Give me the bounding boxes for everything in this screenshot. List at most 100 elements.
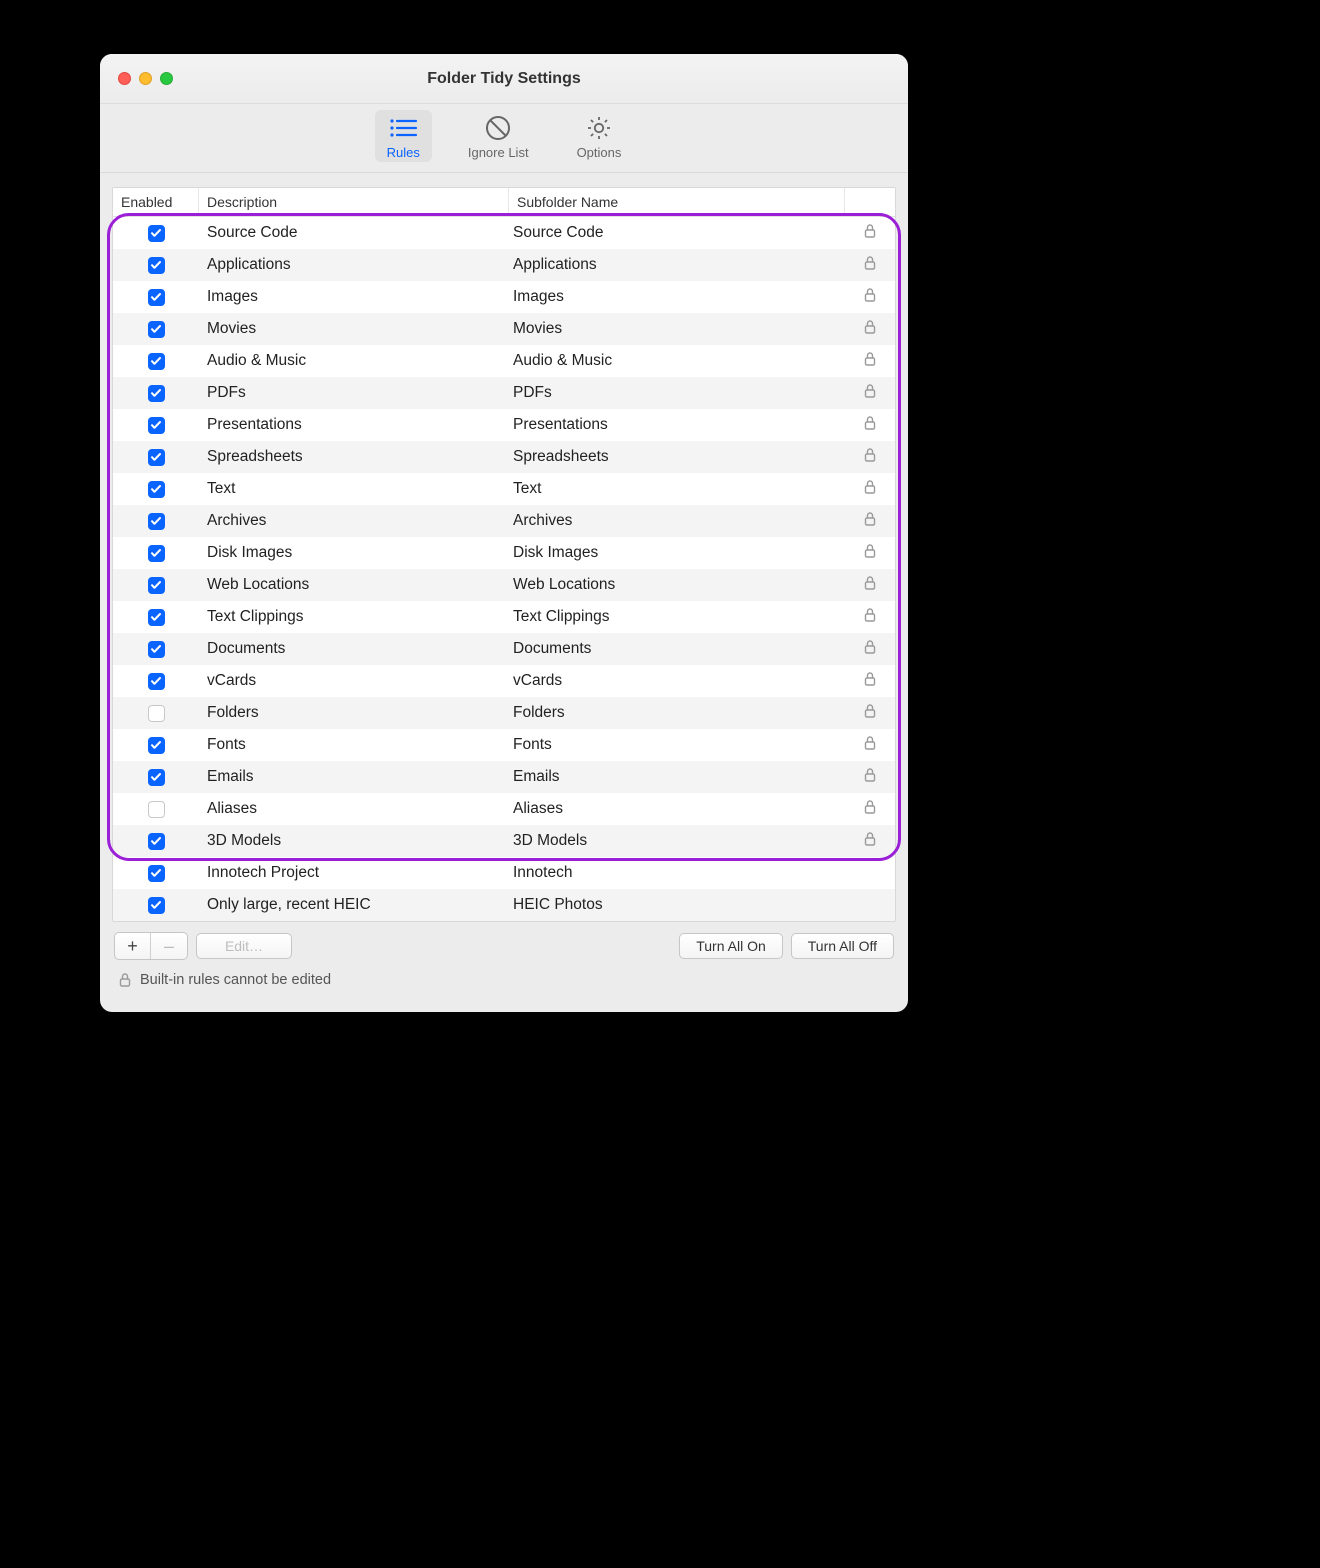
- cell-enabled: [113, 513, 199, 530]
- enabled-checkbox[interactable]: [148, 897, 165, 914]
- cell-enabled: [113, 705, 199, 722]
- table-row[interactable]: ApplicationsApplications: [113, 249, 895, 281]
- traffic-lights: [100, 72, 173, 85]
- lock-icon: [863, 319, 877, 340]
- enabled-checkbox[interactable]: [148, 257, 165, 274]
- lock-icon: [863, 831, 877, 852]
- cell-lock: [845, 639, 895, 660]
- enabled-checkbox[interactable]: [148, 705, 165, 722]
- footnote: Built-in rules cannot be edited: [112, 960, 896, 1000]
- cell-description: Fonts: [199, 736, 509, 754]
- table-row[interactable]: FontsFonts: [113, 729, 895, 761]
- enabled-checkbox[interactable]: [148, 225, 165, 242]
- col-description[interactable]: Description: [199, 188, 509, 216]
- table-row[interactable]: DocumentsDocuments: [113, 633, 895, 665]
- lock-icon: [863, 223, 877, 244]
- table-row[interactable]: Innotech ProjectInnotech: [113, 857, 895, 889]
- enabled-checkbox[interactable]: [148, 865, 165, 882]
- table-row[interactable]: Source CodeSource Code: [113, 217, 895, 249]
- add-rule-button[interactable]: +: [115, 933, 151, 959]
- enabled-checkbox[interactable]: [148, 321, 165, 338]
- enabled-checkbox[interactable]: [148, 641, 165, 658]
- cell-enabled: [113, 257, 199, 274]
- lock-icon: [863, 511, 877, 532]
- enabled-checkbox[interactable]: [148, 289, 165, 306]
- enabled-checkbox[interactable]: [148, 577, 165, 594]
- cell-enabled: [113, 833, 199, 850]
- enabled-checkbox[interactable]: [148, 833, 165, 850]
- table-row[interactable]: Only large, recent HEICHEIC Photos: [113, 889, 895, 921]
- cell-subfolder: Presentations: [509, 416, 845, 434]
- list-icon: [388, 114, 418, 142]
- table-row[interactable]: Web LocationsWeb Locations: [113, 569, 895, 601]
- table-row[interactable]: Audio & MusicAudio & Music: [113, 345, 895, 377]
- table-row[interactable]: PresentationsPresentations: [113, 409, 895, 441]
- enabled-checkbox[interactable]: [148, 417, 165, 434]
- lock-icon: [863, 351, 877, 372]
- cell-subfolder: Folders: [509, 704, 845, 722]
- enabled-checkbox[interactable]: [148, 513, 165, 530]
- close-button[interactable]: [118, 72, 131, 85]
- cell-description: Applications: [199, 256, 509, 274]
- cell-description: 3D Models: [199, 832, 509, 850]
- remove-rule-button[interactable]: –: [151, 933, 187, 959]
- zoom-button[interactable]: [160, 72, 173, 85]
- table-row[interactable]: AliasesAliases: [113, 793, 895, 825]
- table-row[interactable]: 3D Models3D Models: [113, 825, 895, 857]
- cell-subfolder: Web Locations: [509, 576, 845, 594]
- cell-description: Documents: [199, 640, 509, 658]
- table-row[interactable]: ArchivesArchives: [113, 505, 895, 537]
- enabled-checkbox[interactable]: [148, 385, 165, 402]
- cell-description: Text: [199, 480, 509, 498]
- cell-enabled: [113, 577, 199, 594]
- table-row[interactable]: Text ClippingsText Clippings: [113, 601, 895, 633]
- table-row[interactable]: Disk ImagesDisk Images: [113, 537, 895, 569]
- cell-enabled: [113, 865, 199, 882]
- turn-all-on-button[interactable]: Turn All On: [679, 933, 783, 959]
- enabled-checkbox[interactable]: [148, 769, 165, 786]
- tab-rules[interactable]: Rules: [375, 110, 432, 162]
- enabled-checkbox[interactable]: [148, 545, 165, 562]
- table-row[interactable]: PDFsPDFs: [113, 377, 895, 409]
- table-row[interactable]: FoldersFolders: [113, 697, 895, 729]
- table-row[interactable]: TextText: [113, 473, 895, 505]
- table-row[interactable]: SpreadsheetsSpreadsheets: [113, 441, 895, 473]
- cell-lock: [845, 671, 895, 692]
- cell-lock: [845, 575, 895, 596]
- table-row[interactable]: EmailsEmails: [113, 761, 895, 793]
- no-sign-icon: [485, 114, 511, 142]
- enabled-checkbox[interactable]: [148, 449, 165, 466]
- col-subfolder[interactable]: Subfolder Name: [509, 188, 845, 216]
- col-enabled[interactable]: Enabled: [113, 188, 199, 216]
- cell-subfolder: Documents: [509, 640, 845, 658]
- minimize-button[interactable]: [139, 72, 152, 85]
- cell-enabled: [113, 609, 199, 626]
- tab-ignore-list[interactable]: Ignore List: [456, 110, 541, 162]
- lock-icon: [863, 415, 877, 436]
- titlebar: Folder Tidy Settings: [100, 54, 908, 104]
- lock-icon: [863, 735, 877, 756]
- enabled-checkbox[interactable]: [148, 353, 165, 370]
- table-row[interactable]: vCardsvCards: [113, 665, 895, 697]
- table-row[interactable]: ImagesImages: [113, 281, 895, 313]
- enabled-checkbox[interactable]: [148, 481, 165, 498]
- cell-lock: [845, 415, 895, 436]
- cell-enabled: [113, 897, 199, 914]
- edit-button[interactable]: Edit…: [196, 933, 292, 959]
- tab-options[interactable]: Options: [565, 110, 634, 162]
- cell-lock: [845, 735, 895, 756]
- turn-all-off-button[interactable]: Turn All Off: [791, 933, 894, 959]
- table-row[interactable]: MoviesMovies: [113, 313, 895, 345]
- cell-subfolder: Disk Images: [509, 544, 845, 562]
- cell-description: vCards: [199, 672, 509, 690]
- cell-subfolder: Source Code: [509, 224, 845, 242]
- add-remove-segment: + –: [114, 932, 188, 960]
- cell-enabled: [113, 769, 199, 786]
- lock-icon: [863, 255, 877, 276]
- enabled-checkbox[interactable]: [148, 737, 165, 754]
- enabled-checkbox[interactable]: [148, 609, 165, 626]
- cell-description: Emails: [199, 768, 509, 786]
- enabled-checkbox[interactable]: [148, 673, 165, 690]
- cell-description: Movies: [199, 320, 509, 338]
- enabled-checkbox[interactable]: [148, 801, 165, 818]
